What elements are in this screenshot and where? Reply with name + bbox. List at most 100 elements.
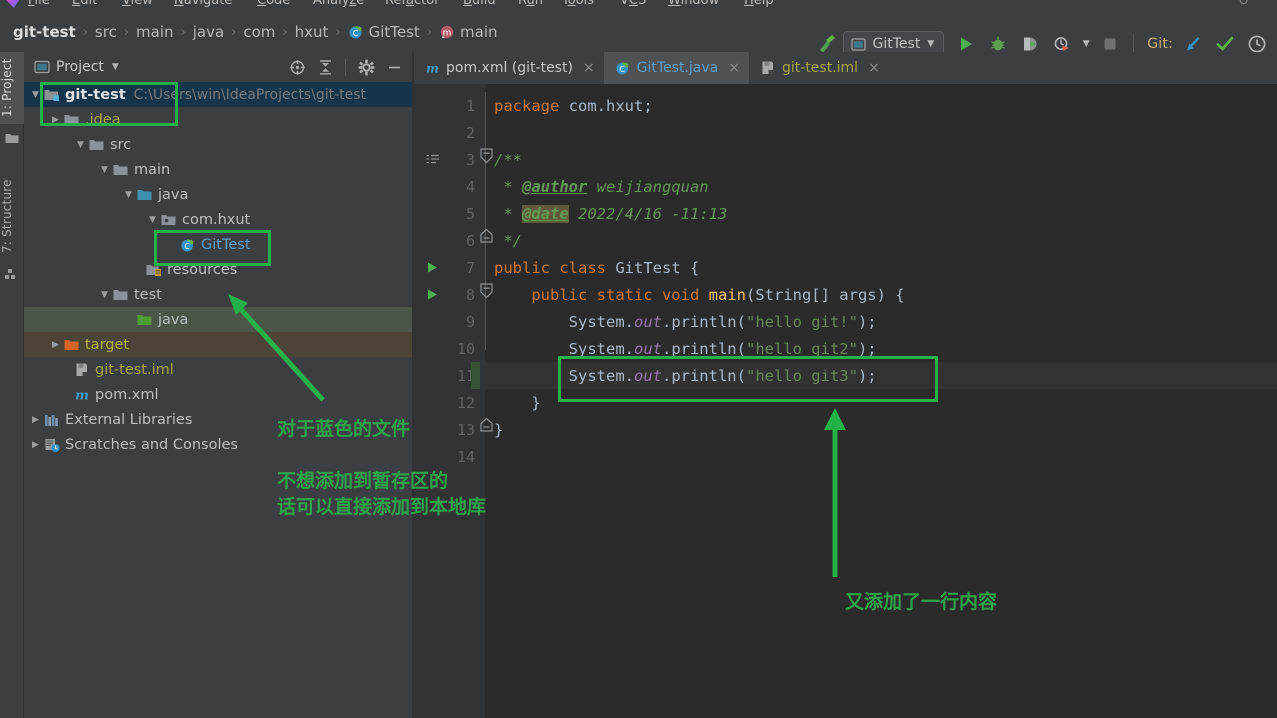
twisty-icon[interactable]: ▶	[48, 340, 63, 350]
libraries-icon	[43, 413, 60, 427]
collapse-all-icon[interactable]	[312, 56, 338, 78]
menu-item-run[interactable]: Run	[518, 0, 543, 8]
breadcrumb-label: src	[94, 23, 117, 41]
menu-item-edit[interactable]: Edit	[72, 0, 97, 8]
breadcrumb-item-main-folder[interactable]: main	[136, 23, 173, 41]
menu-item-vcs[interactable]: VCS	[620, 0, 646, 8]
code-token: }	[494, 420, 504, 439]
line-number: 1	[465, 96, 475, 115]
tree-item-external-libraries[interactable]: ▶ External Libraries	[24, 407, 413, 432]
breadcrumb-item-git-test[interactable]: git-test	[13, 23, 76, 41]
menu-item-build[interactable]: Build	[463, 0, 496, 8]
tab-label: git-test.iml	[782, 60, 859, 76]
tab-git-test-iml[interactable]: git-test.iml ×	[749, 52, 889, 84]
tree-item-src[interactable]: ▼ src	[24, 132, 413, 157]
menu-item-help[interactable]: Help	[744, 0, 774, 8]
breadcrumb-separator: ›	[335, 24, 341, 40]
close-icon[interactable]: ×	[868, 60, 880, 76]
sidebar-item-structure[interactable]: 7: Structure	[0, 170, 24, 262]
twisty-icon[interactable]: ▶	[28, 415, 43, 425]
tree-item-git-test-iml[interactable]: git-test.iml	[24, 357, 413, 382]
tree-item-resources[interactable]: resources	[24, 257, 413, 282]
line-number: 10	[456, 339, 475, 358]
line-number: 8	[465, 285, 475, 304]
line-number: 5	[465, 204, 475, 223]
tree-item-java-source[interactable]: ▼ java	[24, 182, 413, 207]
tree-item-pom-xml[interactable]: m pom.xml	[24, 382, 413, 407]
tab-gittest-java[interactable]: C GitTest.java ×	[603, 52, 750, 84]
tab-pom-xml[interactable]: m pom.xml (git-test) ×	[414, 52, 604, 84]
tree-item-test[interactable]: ▼ test	[24, 282, 413, 307]
twisty-icon[interactable]: ▼	[145, 215, 160, 225]
breadcrumb-item-com[interactable]: com	[243, 23, 275, 41]
code-editor[interactable]: 1 2 3 4 5 6 7 8 9 10 11 12 13 14 package…	[414, 84, 1277, 718]
code-token: .println(	[661, 339, 746, 358]
breadcrumb-separator: ›	[231, 24, 237, 40]
twisty-icon[interactable]: ▼	[73, 140, 88, 150]
tree-item-git-test[interactable]: ▼ git-test C:\Users\win\IdeaProjects\git…	[24, 82, 413, 107]
run-gutter-icon[interactable]	[426, 288, 439, 301]
twisty-icon[interactable]: ▶	[28, 440, 43, 450]
tree-item-scratches-and-consoles[interactable]: ▶ Scratches and Consoles	[24, 432, 413, 457]
breadcrumb-item-java[interactable]: java	[193, 23, 224, 41]
svg-text:C: C	[352, 29, 358, 38]
menu-item-window[interactable]: Window	[668, 0, 719, 8]
menu-item-analyze[interactable]: Analyze	[313, 0, 364, 8]
breadcrumb-item-main-method[interactable]: m main	[439, 23, 498, 41]
tree-item-package-com-hxut[interactable]: ▼ com.hxut	[24, 207, 413, 232]
twisty-icon[interactable]: ▼	[28, 90, 43, 100]
tree-item-target[interactable]: ▶ target	[24, 332, 413, 357]
tree-item-label: GitTest	[201, 236, 251, 253]
menu-item-tools[interactable]: Tools	[562, 0, 594, 8]
tree-item-main[interactable]: ▼ main	[24, 157, 413, 182]
app-logo-icon	[6, 0, 20, 8]
menu-item-refactor[interactable]: Refactor	[385, 0, 440, 8]
tree-item-idea[interactable]: ▶ .idea	[24, 107, 413, 132]
editor-gutter[interactable]: 1 2 3 4 5 6 7 8 9 10 11 12 13 14	[414, 84, 485, 718]
code-line: * @date 2022/4/16 -11:13	[485, 200, 1277, 227]
run-config-icon	[850, 37, 866, 52]
tree-item-java-test-source[interactable]: java	[24, 307, 413, 332]
code-token: System.	[494, 339, 634, 358]
hide-panel-icon[interactable]	[381, 56, 407, 78]
menu-item-view[interactable]: View	[122, 0, 153, 8]
tree-item-label: Scratches and Consoles	[65, 436, 238, 453]
tree-item-label: test	[134, 286, 162, 303]
line-number: 9	[465, 312, 475, 331]
breadcrumb-label: main	[136, 23, 174, 41]
twisty-icon[interactable]: ▼	[97, 165, 112, 175]
tree-item-gittest-class[interactable]: C GitTest	[24, 232, 413, 257]
run-gutter-icon[interactable]	[426, 261, 439, 274]
menu-item-navigate[interactable]: Navigate	[174, 0, 232, 8]
folder-icon	[112, 288, 129, 302]
twisty-icon[interactable]: ▶	[48, 115, 63, 125]
breadcrumb-item-src[interactable]: src	[95, 23, 117, 41]
sidebar-item-project[interactable]: 1: Project	[0, 52, 24, 124]
javadoc-tag: @author	[522, 177, 588, 196]
settings-gear-icon[interactable]	[353, 56, 379, 78]
project-panel-toolbar	[284, 56, 407, 78]
tree-item-label: src	[110, 136, 132, 153]
breadcrumb-item-gittest-class[interactable]: C GitTest	[348, 23, 420, 41]
close-icon[interactable]: ×	[583, 60, 595, 76]
changed-line-marker[interactable]	[471, 362, 480, 389]
code-token: *	[494, 177, 522, 196]
left-tool-window-strip: 1: Project 7: Structure	[0, 52, 24, 718]
chevron-down-icon[interactable]: ▼	[112, 62, 119, 72]
twisty-icon[interactable]: ▼	[121, 190, 136, 200]
close-icon[interactable]: ×	[728, 60, 740, 76]
code-text-area[interactable]: package com.hxut; /** * @author weijiang…	[480, 84, 1277, 718]
tree-item-label: git-test.iml	[95, 361, 174, 378]
svg-text:C: C	[184, 242, 190, 251]
code-token: weijiangquan	[587, 177, 709, 196]
line-number: 6	[465, 231, 475, 250]
code-line: public class GitTest {	[485, 254, 1277, 281]
breadcrumb-label: hxut	[294, 23, 329, 41]
twisty-icon[interactable]: ▼	[97, 290, 112, 300]
select-opened-file-icon[interactable]	[284, 56, 310, 78]
breadcrumb-item-hxut[interactable]: hxut	[295, 23, 329, 41]
menu-item-code[interactable]: Code	[257, 0, 290, 8]
code-token: );	[857, 339, 877, 358]
menu-item-file[interactable]: File	[28, 0, 50, 8]
tree-item-label: java	[158, 186, 189, 203]
